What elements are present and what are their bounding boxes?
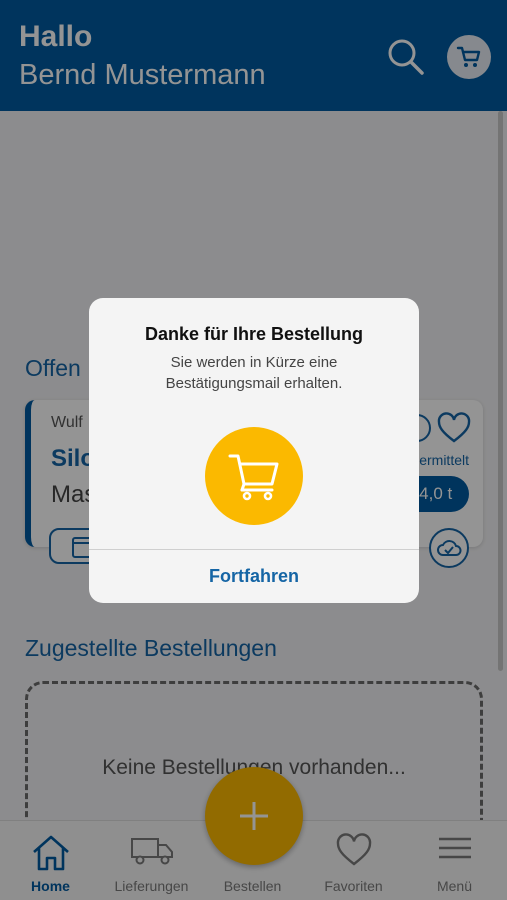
continue-button[interactable]: Fortfahren [89, 550, 419, 603]
order-confirmation-dialog: Danke für Ihre Bestellung Sie werden in … [89, 298, 419, 603]
dialog-cart-illustration [205, 427, 303, 525]
cart-icon [228, 454, 279, 501]
dialog-message: Sie werden in Kürze eine Bestätigungsmai… [165, 354, 343, 392]
dialog-title: Danke für Ihre Bestellung [144, 324, 364, 344]
